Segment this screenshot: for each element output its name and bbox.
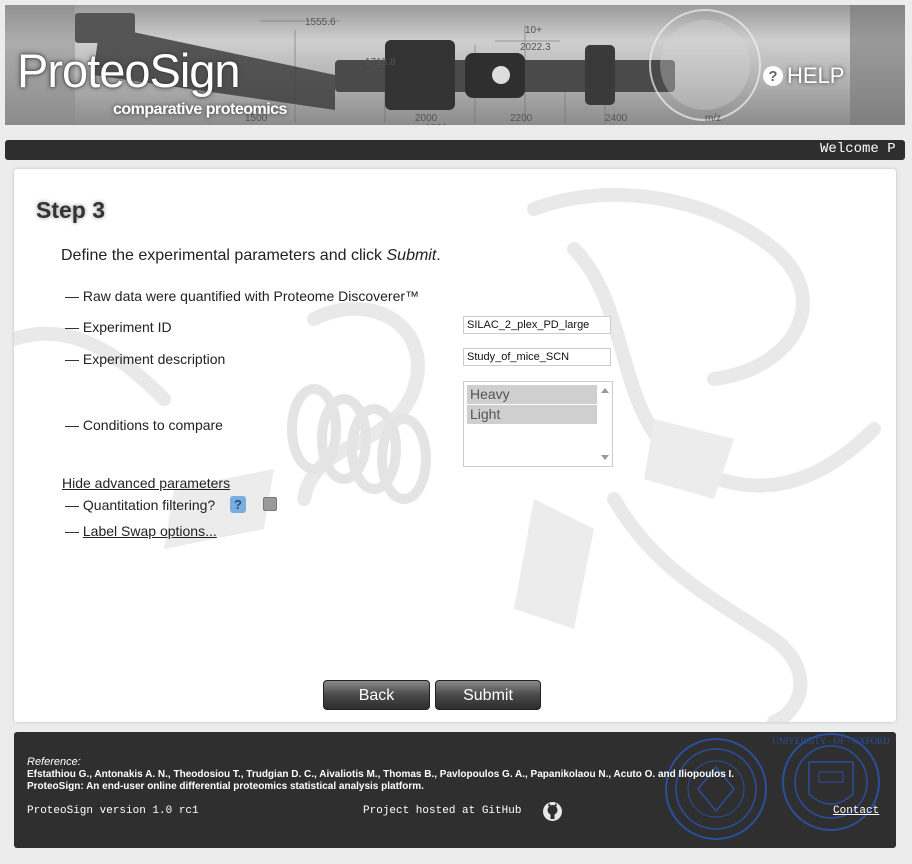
banner-background-label: 1715.8 <box>365 57 396 68</box>
github-icon[interactable] <box>543 802 562 821</box>
conditions-label: — Conditions to compare <box>65 417 223 433</box>
banner-background-label: 2200 <box>510 113 533 124</box>
banner-background-label: m/z <box>705 113 721 124</box>
banner-background-label: 1555.6 <box>305 17 336 28</box>
app-logo-subtitle: comparative proteomics <box>113 101 287 118</box>
hosted-text: Project hosted at GitHub <box>363 805 522 817</box>
step-title: Step 3 <box>36 197 106 223</box>
back-button[interactable]: Back <box>323 680 430 710</box>
instructions-period: . <box>436 247 441 264</box>
banner-background-label: 1800 <box>425 123 448 125</box>
label-swap-row: — Label Swap options... <box>65 523 217 539</box>
banner-background-label: 2022.3 <box>520 42 551 53</box>
reference-authors: Efstathiou G., Antonakis A. N., Theodosi… <box>27 769 735 780</box>
conditions-listbox[interactable]: Heavy Light <box>463 381 613 467</box>
submit-button[interactable]: Submit <box>435 680 541 710</box>
experiment-id-input[interactable]: SILAC_2_plex_PD_large <box>463 316 611 334</box>
header-banner: 1555.6 10+ 2022.3 e intensity 1715.8 2000 2200… <box>5 5 905 125</box>
label-swap-options-link[interactable]: Label Swap options... <box>83 523 217 539</box>
banner-background-label: 10+ <box>525 25 542 36</box>
ticker-text: Welcome P <box>820 141 896 157</box>
quantitation-filtering-label: — Quantitation filtering? <box>65 497 216 513</box>
question-circle-icon: ? <box>763 66 783 86</box>
step-panel: Step 3 Define the experimental parameter… <box>14 169 896 722</box>
experiment-description-label: — Experiment description <box>65 351 226 367</box>
version-text: ProteoSign version 1.0 rc1 <box>27 805 199 817</box>
app-logo-title[interactable]: ProteoSign <box>17 43 241 98</box>
instructions-text: Define the experimental parameters and c… <box>61 247 387 264</box>
help-button[interactable]: ? HELP <box>763 63 844 89</box>
contact-link[interactable]: Contact <box>833 805 879 817</box>
quantitation-help-button[interactable]: ? <box>230 496 246 513</box>
experiment-description-input[interactable]: Study_of_mice_SCN <box>463 348 611 366</box>
scroll-up-arrow-icon[interactable] <box>601 388 609 393</box>
footer: UNIVERSITY · OF · OXFORD Reference: Efst… <box>14 732 896 848</box>
university-crete-seal-icon <box>665 738 767 840</box>
condition-option-heavy[interactable]: Heavy <box>467 385 597 404</box>
help-label: HELP <box>787 63 845 88</box>
condition-option-light[interactable]: Light <box>467 405 597 424</box>
welcome-ticker: Welcome P <box>5 140 905 160</box>
raw-data-label: — Raw data were quantified with Proteome… <box>65 288 420 304</box>
scroll-down-arrow-icon[interactable] <box>601 455 609 460</box>
banner-background-label: 2400 <box>605 113 628 124</box>
oxford-seal-text: UNIVERSITY · OF · OXFORD <box>772 736 890 746</box>
hide-advanced-parameters-link[interactable]: Hide advanced parameters <box>62 475 230 491</box>
conditions-scrollbar[interactable] <box>598 382 612 466</box>
reference-label: Reference: <box>27 756 81 768</box>
label-swap-prefix: — <box>65 523 83 539</box>
experiment-id-label: — Experiment ID <box>65 319 172 335</box>
instructions-submit-word: Submit <box>386 247 437 264</box>
step-instructions: Define the experimental parameters and c… <box>61 247 441 265</box>
reference-paper-title: ProteoSign: An end-user online different… <box>27 781 424 792</box>
quantitation-filtering-checkbox[interactable] <box>263 497 277 511</box>
